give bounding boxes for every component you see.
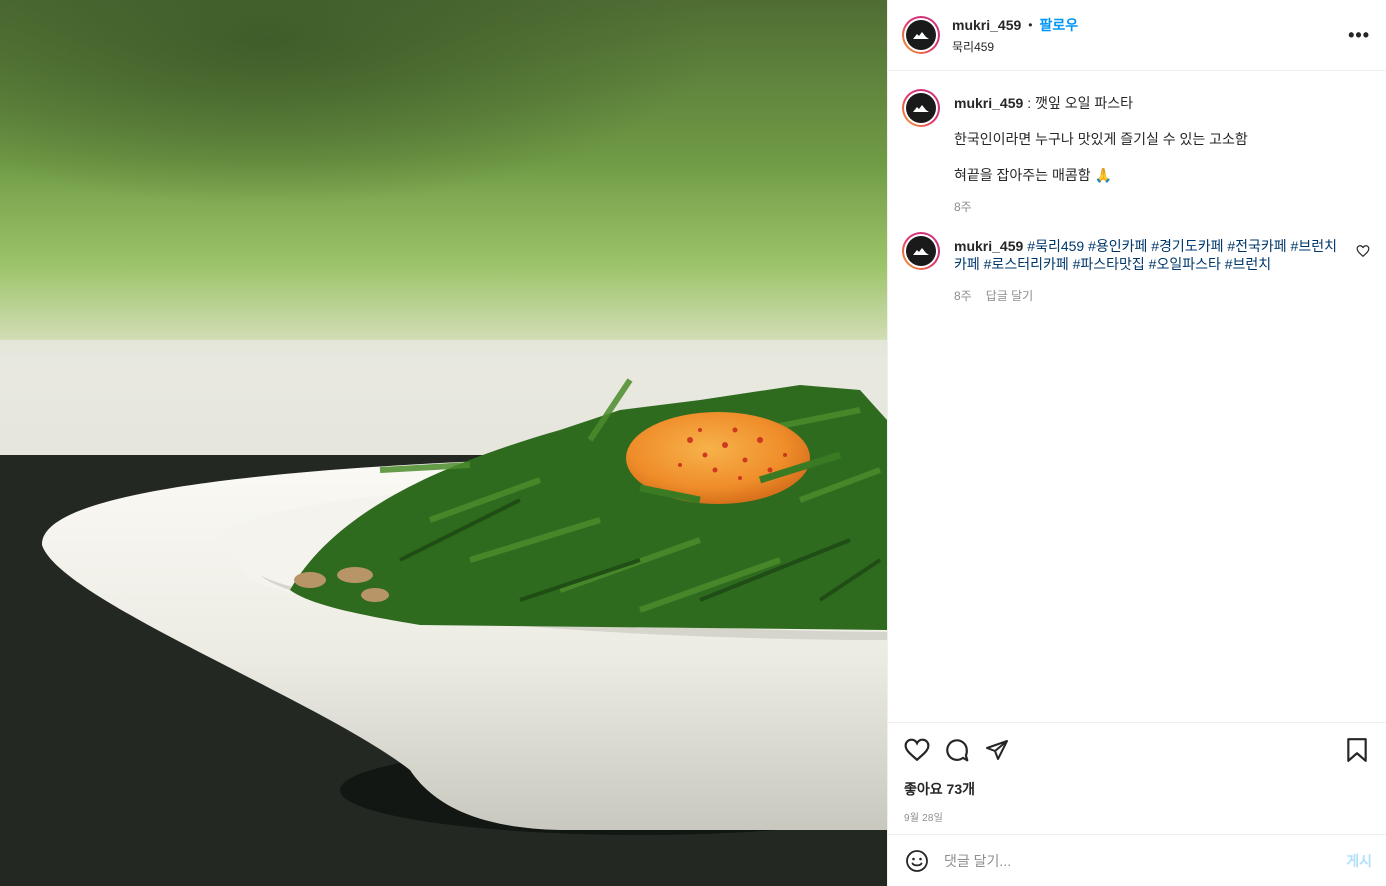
comment-item: mukri_459 #묵리459 #용인카페 #경기도카페 #전국카페 #브런치카…	[902, 232, 1370, 305]
comment-text-line: mukri_459 #묵리459 #용인카페 #경기도카페 #전국카페 #브런치카…	[954, 237, 1348, 273]
caption-meta: 8주	[954, 198, 1370, 216]
comment-body: mukri_459 #묵리459 #용인카페 #경기도카페 #전국카페 #브런치카…	[954, 232, 1370, 305]
bookmark-icon[interactable]	[1344, 737, 1370, 763]
avatar-ring	[904, 91, 938, 125]
post-header: mukri_459 • 팔로우 묵리459 •••	[888, 0, 1386, 71]
avatar-ring	[904, 18, 938, 52]
follow-button[interactable]: 팔로우	[1039, 15, 1078, 35]
location-link[interactable]: 묵리459	[952, 38, 1348, 55]
mountain-logo-icon	[906, 93, 936, 123]
post-date[interactable]: 9월 28일	[904, 809, 1370, 824]
post-comment-button[interactable]: 게시	[1346, 851, 1372, 871]
avatar-ring	[904, 234, 938, 268]
like-heart-icon[interactable]	[904, 737, 930, 763]
comment-like-heart-icon[interactable]	[1356, 244, 1370, 258]
more-options-icon[interactable]: •••	[1348, 25, 1370, 46]
mountain-logo-icon	[906, 236, 936, 266]
emoji-smiley-icon[interactable]	[904, 848, 930, 874]
comment-meta: 8주 답글 달기	[954, 287, 1348, 305]
post-side-panel: mukri_459 • 팔로우 묵리459 ••• mukri_459: 깻잎…	[887, 0, 1386, 886]
caption: mukri_459: 깻잎 오일 파스타 한국인이라면 누구나 맛있게 즐기실 …	[902, 89, 1370, 216]
comments-list: mukri_459: 깻잎 오일 파스타 한국인이라면 누구나 맛있게 즐기실 …	[888, 71, 1386, 722]
comment-input[interactable]	[944, 852, 1347, 869]
caption-body: mukri_459: 깻잎 오일 파스타 한국인이라면 누구나 맛있게 즐기실 …	[954, 89, 1370, 216]
mountain-logo-icon	[906, 20, 936, 50]
header-username[interactable]: mukri_459	[952, 17, 1021, 33]
caption-title: : 깻잎 오일 파스타	[1027, 95, 1133, 111]
caption-title-line: mukri_459: 깻잎 오일 파스타	[954, 94, 1370, 112]
caption-line-1: 한국인이라면 누구나 맛있게 즐기실 수 있는 고소함	[954, 131, 1248, 147]
share-paper-plane-icon[interactable]	[984, 737, 1010, 763]
likes-count[interactable]: 좋아요 73개	[904, 779, 1370, 799]
separator-dot: •	[1028, 18, 1033, 32]
caption-line-2: 혀끝을 잡아주는 매콤함 🙏	[954, 167, 1112, 183]
post-actions: 좋아요 73개 9월 28일	[888, 722, 1386, 834]
post-photo[interactable]	[0, 0, 887, 886]
caption-time[interactable]: 8주	[954, 198, 972, 216]
action-icons-row	[904, 735, 1370, 765]
avatar[interactable]	[902, 232, 940, 270]
reply-button[interactable]: 답글 달기	[986, 287, 1034, 305]
food-photo-image	[0, 0, 887, 886]
header-line: mukri_459 • 팔로우	[952, 15, 1348, 35]
comment-username[interactable]: mukri_459	[954, 238, 1023, 254]
comment-bubble-icon[interactable]	[944, 737, 970, 763]
caption-username[interactable]: mukri_459	[954, 95, 1023, 111]
comment-compose: 게시	[888, 834, 1386, 886]
avatar[interactable]	[902, 16, 940, 54]
comment-time[interactable]: 8주	[954, 287, 972, 305]
post-modal: mukri_459 • 팔로우 묵리459 ••• mukri_459: 깻잎…	[0, 0, 1386, 886]
avatar[interactable]	[902, 89, 940, 127]
header-text: mukri_459 • 팔로우 묵리459	[952, 15, 1348, 55]
